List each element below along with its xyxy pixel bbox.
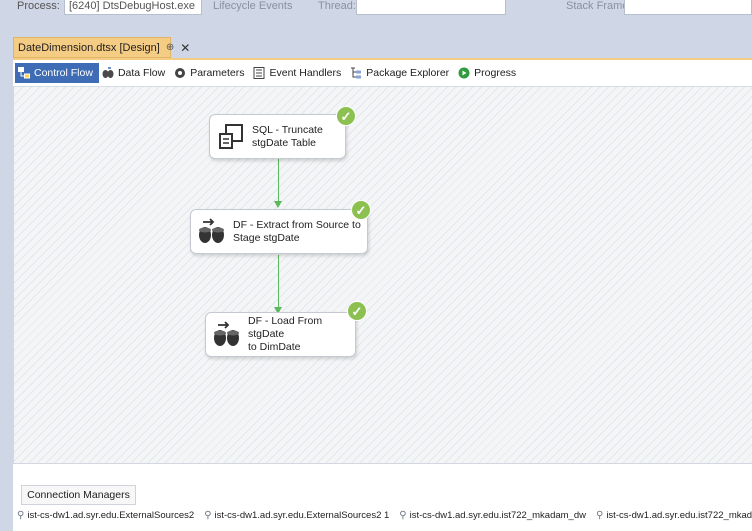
parameters-icon	[174, 67, 186, 79]
data-flow-icon	[102, 67, 114, 79]
document-tab[interactable]: DateDimension.dtsx [Design] ⊕ ✕	[13, 37, 190, 58]
task-df-load[interactable]: DF - Load From stgDate to DimDate	[205, 312, 356, 357]
close-icon[interactable]: ✕	[180, 41, 190, 55]
connection-manager-list: ⚲ ist-cs-dw1.ad.syr.edu.ExternalSources2…	[13, 504, 752, 526]
precedence-constraint[interactable]	[278, 157, 279, 204]
connection-plug-icon: ⚲	[17, 509, 25, 521]
success-check-icon: ✓	[347, 301, 367, 321]
thread-combo[interactable]	[356, 0, 506, 15]
tab-progress[interactable]: Progress	[455, 63, 522, 83]
connection-managers-panel: Connection Managers ⚲ ist-cs-dw1.ad.syr.…	[13, 463, 752, 531]
tab-connection-managers[interactable]: Connection Managers	[21, 485, 136, 505]
thread-label: Thread:	[318, 0, 356, 12]
control-flow-icon	[18, 67, 30, 79]
connection-manager-item[interactable]: ⚲ ist-cs-dw1.ad.syr.edu.ist722_mkadam_st…	[596, 510, 752, 521]
tab-progress-label: Progress	[474, 67, 517, 79]
tab-event-handlers[interactable]: Event Handlers	[250, 63, 347, 83]
tab-package-explorer[interactable]: Package Explorer	[347, 63, 455, 83]
connection-manager-name: ist-cs-dw1.ad.syr.edu.ExternalSources2	[27, 509, 195, 521]
lifecycle-events-label[interactable]: Lifecycle Events	[213, 0, 292, 12]
process-label: Process:	[17, 0, 60, 12]
debug-toolbar: Process: [6240] DtsDebugHost.exe Lifecyc…	[0, 0, 752, 27]
document-tab-title: DateDimension.dtsx [Design]	[18, 41, 160, 54]
execute-sql-task-icon	[219, 123, 243, 149]
connection-plug-icon: ⚲	[204, 509, 212, 521]
success-check-icon: ✓	[351, 200, 371, 220]
connection-manager-item[interactable]: ⚲ ist-cs-dw1.ad.syr.edu.ExternalSources2…	[204, 510, 389, 521]
tab-parameters[interactable]: Parameters	[171, 63, 250, 83]
data-flow-task-icon	[214, 320, 239, 346]
tab-control-flow[interactable]: Control Flow	[15, 63, 99, 83]
precedence-arrowhead	[274, 201, 282, 208]
stack-frame-label: Stack Frame:	[566, 0, 632, 12]
success-check-icon: ✓	[336, 106, 356, 126]
connection-manager-name: ist-cs-dw1.ad.syr.edu.ist722_mkadam_stag…	[606, 509, 752, 521]
tab-event-handlers-label: Event Handlers	[269, 67, 342, 79]
connection-manager-name: ist-cs-dw1.ad.syr.edu.ExternalSources2 1	[214, 509, 390, 521]
tab-control-flow-label: Control Flow	[34, 67, 93, 79]
process-combo[interactable]: [6240] DtsDebugHost.exe	[64, 0, 202, 15]
connection-manager-item[interactable]: ⚲ ist-cs-dw1.ad.syr.edu.ist722_mkadam_dw	[399, 510, 586, 521]
package-explorer-icon	[350, 67, 362, 79]
pin-icon[interactable]: ⊕	[166, 42, 174, 53]
progress-icon	[458, 67, 470, 79]
connection-plug-icon: ⚲	[399, 509, 407, 521]
task-name-line1: DF - Load From stgDate	[248, 315, 323, 340]
connection-plug-icon: ⚲	[595, 509, 604, 521]
task-name-line1: SQL - Truncate	[252, 123, 323, 136]
connection-manager-item[interactable]: ⚲ ist-cs-dw1.ad.syr.edu.ExternalSources2	[17, 510, 194, 521]
task-name-line2: stgDate Table	[252, 136, 317, 149]
task-sql-truncate[interactable]: SQL - Truncate stgDate Table	[209, 114, 346, 159]
task-name-line2: to DimDate	[248, 341, 301, 353]
stack-frame-combo[interactable]	[624, 0, 752, 15]
task-name-line1: DF - Extract from Source to	[233, 218, 361, 231]
task-name-line2: Stage stgDate	[233, 231, 300, 244]
connection-manager-name: ist-cs-dw1.ad.syr.edu.ist722_mkadam_dw	[409, 509, 586, 521]
precedence-constraint[interactable]	[278, 255, 279, 310]
tab-package-explorer-label: Package Explorer	[366, 67, 450, 79]
tab-data-flow-label: Data Flow	[117, 67, 166, 79]
tab-data-flow[interactable]: Data Flow	[99, 63, 171, 83]
task-df-extract[interactable]: DF - Extract from Source to Stage stgDat…	[190, 209, 368, 254]
control-flow-design-surface[interactable]: SQL - Truncate stgDate Table ✓ DF - Extr…	[13, 87, 752, 463]
tab-parameters-label: Parameters	[190, 67, 245, 79]
data-flow-task-icon	[199, 217, 224, 243]
designer-toolbar: Control Flow Data Flow Parameters Event …	[13, 60, 752, 87]
event-handlers-icon	[253, 67, 265, 79]
